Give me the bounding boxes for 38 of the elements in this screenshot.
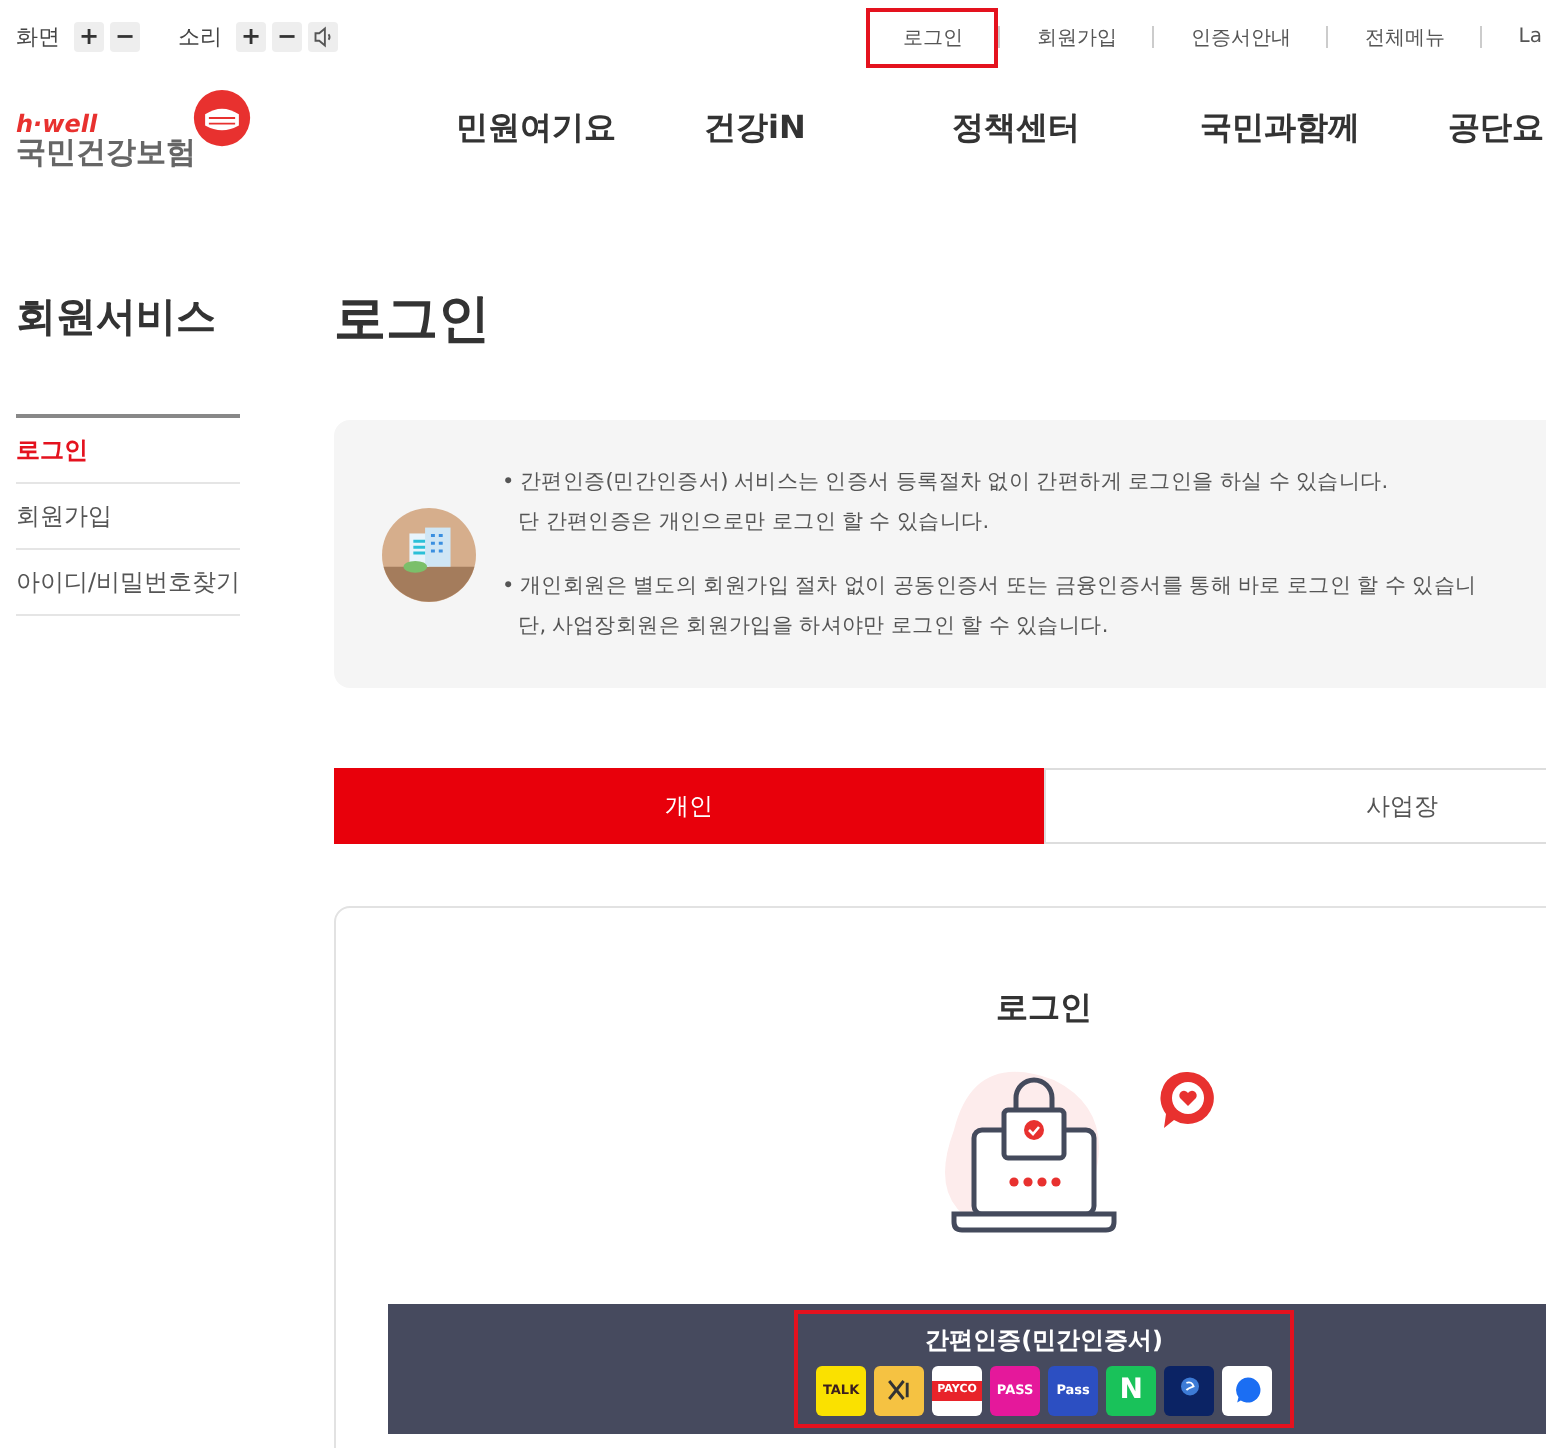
logo-tagline: h·well bbox=[16, 112, 100, 137]
nav-menu-item[interactable]: 국민과함께 bbox=[1200, 108, 1448, 150]
top-link[interactable]: La bbox=[1482, 10, 1546, 64]
notice-text: • 개인회원은 별도의 회원가입 절차 없이 공동인증서 또는 금융인증서를 통해 바로 로그인 할 수 있습니 bbox=[502, 572, 1477, 600]
top-link[interactable]: 인증서안내 bbox=[1154, 7, 1327, 67]
volume-up-button[interactable]: + bbox=[236, 22, 266, 52]
top-link[interactable]: 전체메뉴 bbox=[1328, 7, 1481, 67]
screen-size-label: 화면 bbox=[16, 22, 60, 52]
logo-name: 국민건강보험 bbox=[16, 136, 196, 170]
notice-text: 단 간편인증은 개인으로만 로그인 할 수 있습니다. bbox=[516, 508, 991, 536]
notice-text: • 간편인증(민간인증서) 서비스는 인증서 등록절차 없이 간편하게 로그인을 하실 수 있습니다. bbox=[502, 468, 1390, 496]
zoom-out-button[interactable]: − bbox=[110, 22, 140, 52]
sound-label: 소리 bbox=[178, 22, 222, 52]
sidebar-item[interactable]: 로그인 bbox=[16, 418, 241, 484]
speaker-icon[interactable] bbox=[308, 22, 338, 52]
top-link[interactable]: 회원가입 bbox=[1000, 7, 1153, 67]
member-type-tab[interactable]: 사업장 bbox=[1044, 768, 1546, 844]
sidebar-title: 회원서비스 bbox=[16, 290, 218, 344]
top-link[interactable]: 로그인 bbox=[866, 7, 999, 67]
page-title: 로그인 bbox=[334, 290, 493, 354]
nav-menu-item[interactable]: 건강iN bbox=[704, 108, 952, 150]
mask-logo-icon bbox=[192, 88, 252, 149]
nav-menu-item[interactable]: 정책센터 bbox=[952, 108, 1200, 150]
auth-provider-button[interactable] bbox=[874, 1365, 925, 1415]
member-type-tab[interactable]: 개인 bbox=[334, 768, 1045, 844]
auth-provider-button[interactable] bbox=[1222, 1365, 1273, 1415]
sidebar-item[interactable]: 회원가입 bbox=[16, 484, 241, 550]
login-card-title: 로그인 bbox=[996, 988, 1093, 1030]
volume-down-button[interactable]: − bbox=[272, 22, 302, 52]
nav-menu-item[interactable]: 민원여기요 bbox=[456, 108, 704, 150]
nav-menu-item[interactable]: 공단요 bbox=[1448, 108, 1538, 150]
notice-text: 단, 사업장회원은 회원가입을 하셔야만 로그인 할 수 있습니다. bbox=[516, 612, 1110, 640]
simple-auth-title: 간편인증(민간인증서) bbox=[925, 1323, 1164, 1357]
sidebar-item[interactable]: 아이디/비밀번호찾기 bbox=[16, 550, 241, 616]
zoom-in-button[interactable]: + bbox=[74, 22, 104, 52]
heart-bubble-icon bbox=[1158, 1070, 1219, 1130]
auth-provider-button[interactable] bbox=[1164, 1365, 1215, 1415]
building-icon bbox=[382, 507, 477, 601]
